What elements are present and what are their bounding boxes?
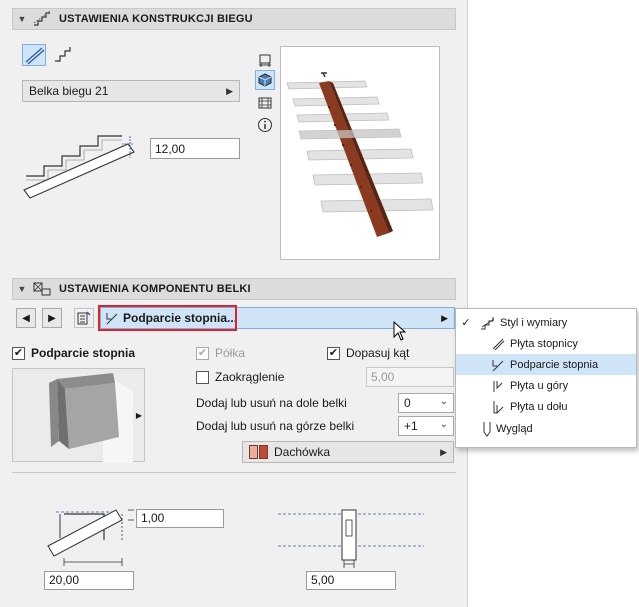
menu-item-label: Płyta stopnicy bbox=[510, 337, 578, 350]
top-plate-icon bbox=[486, 379, 510, 393]
checkmark-icon: ✔ bbox=[12, 346, 25, 360]
fit-angle-checkbox[interactable]: ✔ Dopasuj kąt bbox=[327, 346, 409, 360]
checkbox-label: Półka bbox=[215, 346, 246, 360]
select-value: 0 bbox=[404, 396, 411, 410]
checkmark-icon: ✔ bbox=[196, 346, 209, 360]
checkbox-box bbox=[196, 370, 209, 384]
component-list-button[interactable] bbox=[74, 308, 94, 328]
collapse-triangle-icon[interactable]: ▼ bbox=[13, 14, 31, 24]
chevron-right-icon: ▶ bbox=[135, 411, 142, 420]
checkbox-label: Zaokrąglenie bbox=[215, 370, 285, 384]
stringer-mode-button[interactable] bbox=[22, 44, 46, 66]
rounding-checkbox[interactable]: Zaokrąglenie bbox=[196, 370, 284, 384]
support-width-input[interactable]: 20,00 bbox=[44, 571, 134, 590]
highlight-frame bbox=[98, 305, 237, 331]
component-popup-menu: ✓ Styl i wymiary Płyta stopnicy Podparci… bbox=[455, 308, 637, 448]
stringer-icon bbox=[25, 47, 45, 65]
tread-plate-icon bbox=[486, 337, 510, 351]
shelf-checkbox[interactable]: ✔ Półka bbox=[196, 346, 245, 360]
beam-component-icon bbox=[31, 280, 53, 298]
stair-structure-icon bbox=[31, 10, 53, 28]
stair-structure-header[interactable]: ▼ USTAWIENIA KONSTRUKCJI BIEGU bbox=[12, 8, 456, 30]
menu-item-appearance[interactable]: Wygląd bbox=[456, 418, 636, 439]
previous-component-button[interactable]: ◀ bbox=[16, 308, 36, 328]
stair-profile-diagram bbox=[22, 132, 142, 202]
next-component-button[interactable]: ▶ bbox=[42, 308, 62, 328]
menu-item-top-plate[interactable]: Płyta u góry bbox=[456, 375, 636, 396]
style-icon bbox=[476, 315, 500, 331]
divider bbox=[12, 472, 456, 473]
appearance-icon bbox=[478, 421, 496, 437]
material-swatch-icon bbox=[249, 445, 268, 459]
tread-support-checkbox[interactable]: ✔ Podparcie stopnia bbox=[12, 346, 135, 360]
menu-item-label: Wygląd bbox=[496, 422, 533, 435]
info-icon[interactable] bbox=[256, 116, 274, 134]
stair-settings-app: ▼ USTAWIENIA KONSTRUKCJI BIEGU Belka bie… bbox=[0, 0, 639, 607]
tread-support-preview: ▶ bbox=[12, 368, 145, 463]
collapse-triangle-icon[interactable]: ▼ bbox=[13, 284, 31, 294]
steps-icon bbox=[55, 47, 71, 62]
section-title: USTAWIENIA KONSTRUKCJI BIEGU bbox=[59, 13, 253, 25]
mouse-cursor-icon bbox=[393, 320, 407, 344]
rounding-radius-input[interactable]: 5,00 bbox=[366, 367, 454, 387]
menu-item-label: Płyta u góry bbox=[510, 379, 569, 392]
checkmark-icon: ✔ bbox=[327, 346, 340, 360]
menu-item-label: Styl i wymiary bbox=[500, 316, 568, 329]
checkmark-icon: ✓ bbox=[461, 317, 471, 329]
tread-support-icon bbox=[486, 358, 510, 372]
plan-view-icon[interactable] bbox=[256, 52, 274, 70]
structure-select-label: Belka biegu 21 bbox=[29, 84, 109, 98]
menu-item-label: Podparcie stopnia bbox=[510, 358, 599, 371]
chevron-right-icon: ▶ bbox=[441, 313, 448, 323]
section-title: USTAWIENIA KOMPONENTU BELKI bbox=[59, 283, 251, 295]
menu-item-tread-support[interactable]: Podparcie stopnia bbox=[456, 354, 636, 375]
menu-item-style-dimensions[interactable]: ✓ Styl i wymiary bbox=[456, 312, 636, 333]
steps-mode-button[interactable] bbox=[52, 44, 76, 66]
add-top-label: Dodaj lub usuń na górze belki bbox=[196, 419, 355, 433]
checkbox-label: Dopasuj kąt bbox=[346, 346, 410, 360]
3d-preview bbox=[280, 46, 440, 260]
chevron-right-icon: ▶ bbox=[226, 86, 233, 96]
stringer-thickness-input[interactable]: 12,00 bbox=[150, 138, 240, 159]
add-bottom-select[interactable]: 0 ⌄ bbox=[398, 393, 454, 413]
checkbox-label: Podparcie stopnia bbox=[31, 346, 136, 360]
chevron-down-icon: ⌄ bbox=[439, 419, 448, 430]
list-icon bbox=[77, 311, 91, 325]
material-select[interactable]: Dachówka ▶ bbox=[242, 441, 454, 463]
add-top-select[interactable]: +1 ⌄ bbox=[398, 416, 454, 436]
3d-view-icon[interactable] bbox=[255, 70, 275, 90]
bottom-plate-icon bbox=[486, 400, 510, 414]
material-label: Dachówka bbox=[274, 445, 331, 459]
add-bottom-label: Dodaj lub usuń na dole belki bbox=[196, 396, 347, 410]
settings-panel: ▼ USTAWIENIA KONSTRUKCJI BIEGU Belka bie… bbox=[0, 0, 468, 607]
menu-item-tread-plate[interactable]: Płyta stopnicy bbox=[456, 333, 636, 354]
support-height-input[interactable]: 1,00 bbox=[136, 509, 224, 528]
support-thickness-input[interactable]: 5,00 bbox=[306, 571, 396, 590]
support-dimension-diagram bbox=[40, 500, 140, 570]
chevron-right-icon: ▶ bbox=[440, 447, 447, 457]
select-value: +1 bbox=[404, 419, 418, 433]
section-view-icon[interactable] bbox=[256, 94, 274, 112]
chevron-down-icon: ⌄ bbox=[439, 396, 448, 407]
structure-select[interactable]: Belka biegu 21 ▶ bbox=[22, 80, 240, 102]
thickness-dimension-diagram bbox=[276, 500, 426, 570]
menu-item-label: Płyta u dołu bbox=[510, 400, 568, 413]
beam-component-header[interactable]: ▼ USTAWIENIA KOMPONENTU BELKI bbox=[12, 278, 456, 300]
menu-item-bottom-plate[interactable]: Płyta u dołu bbox=[456, 396, 636, 417]
